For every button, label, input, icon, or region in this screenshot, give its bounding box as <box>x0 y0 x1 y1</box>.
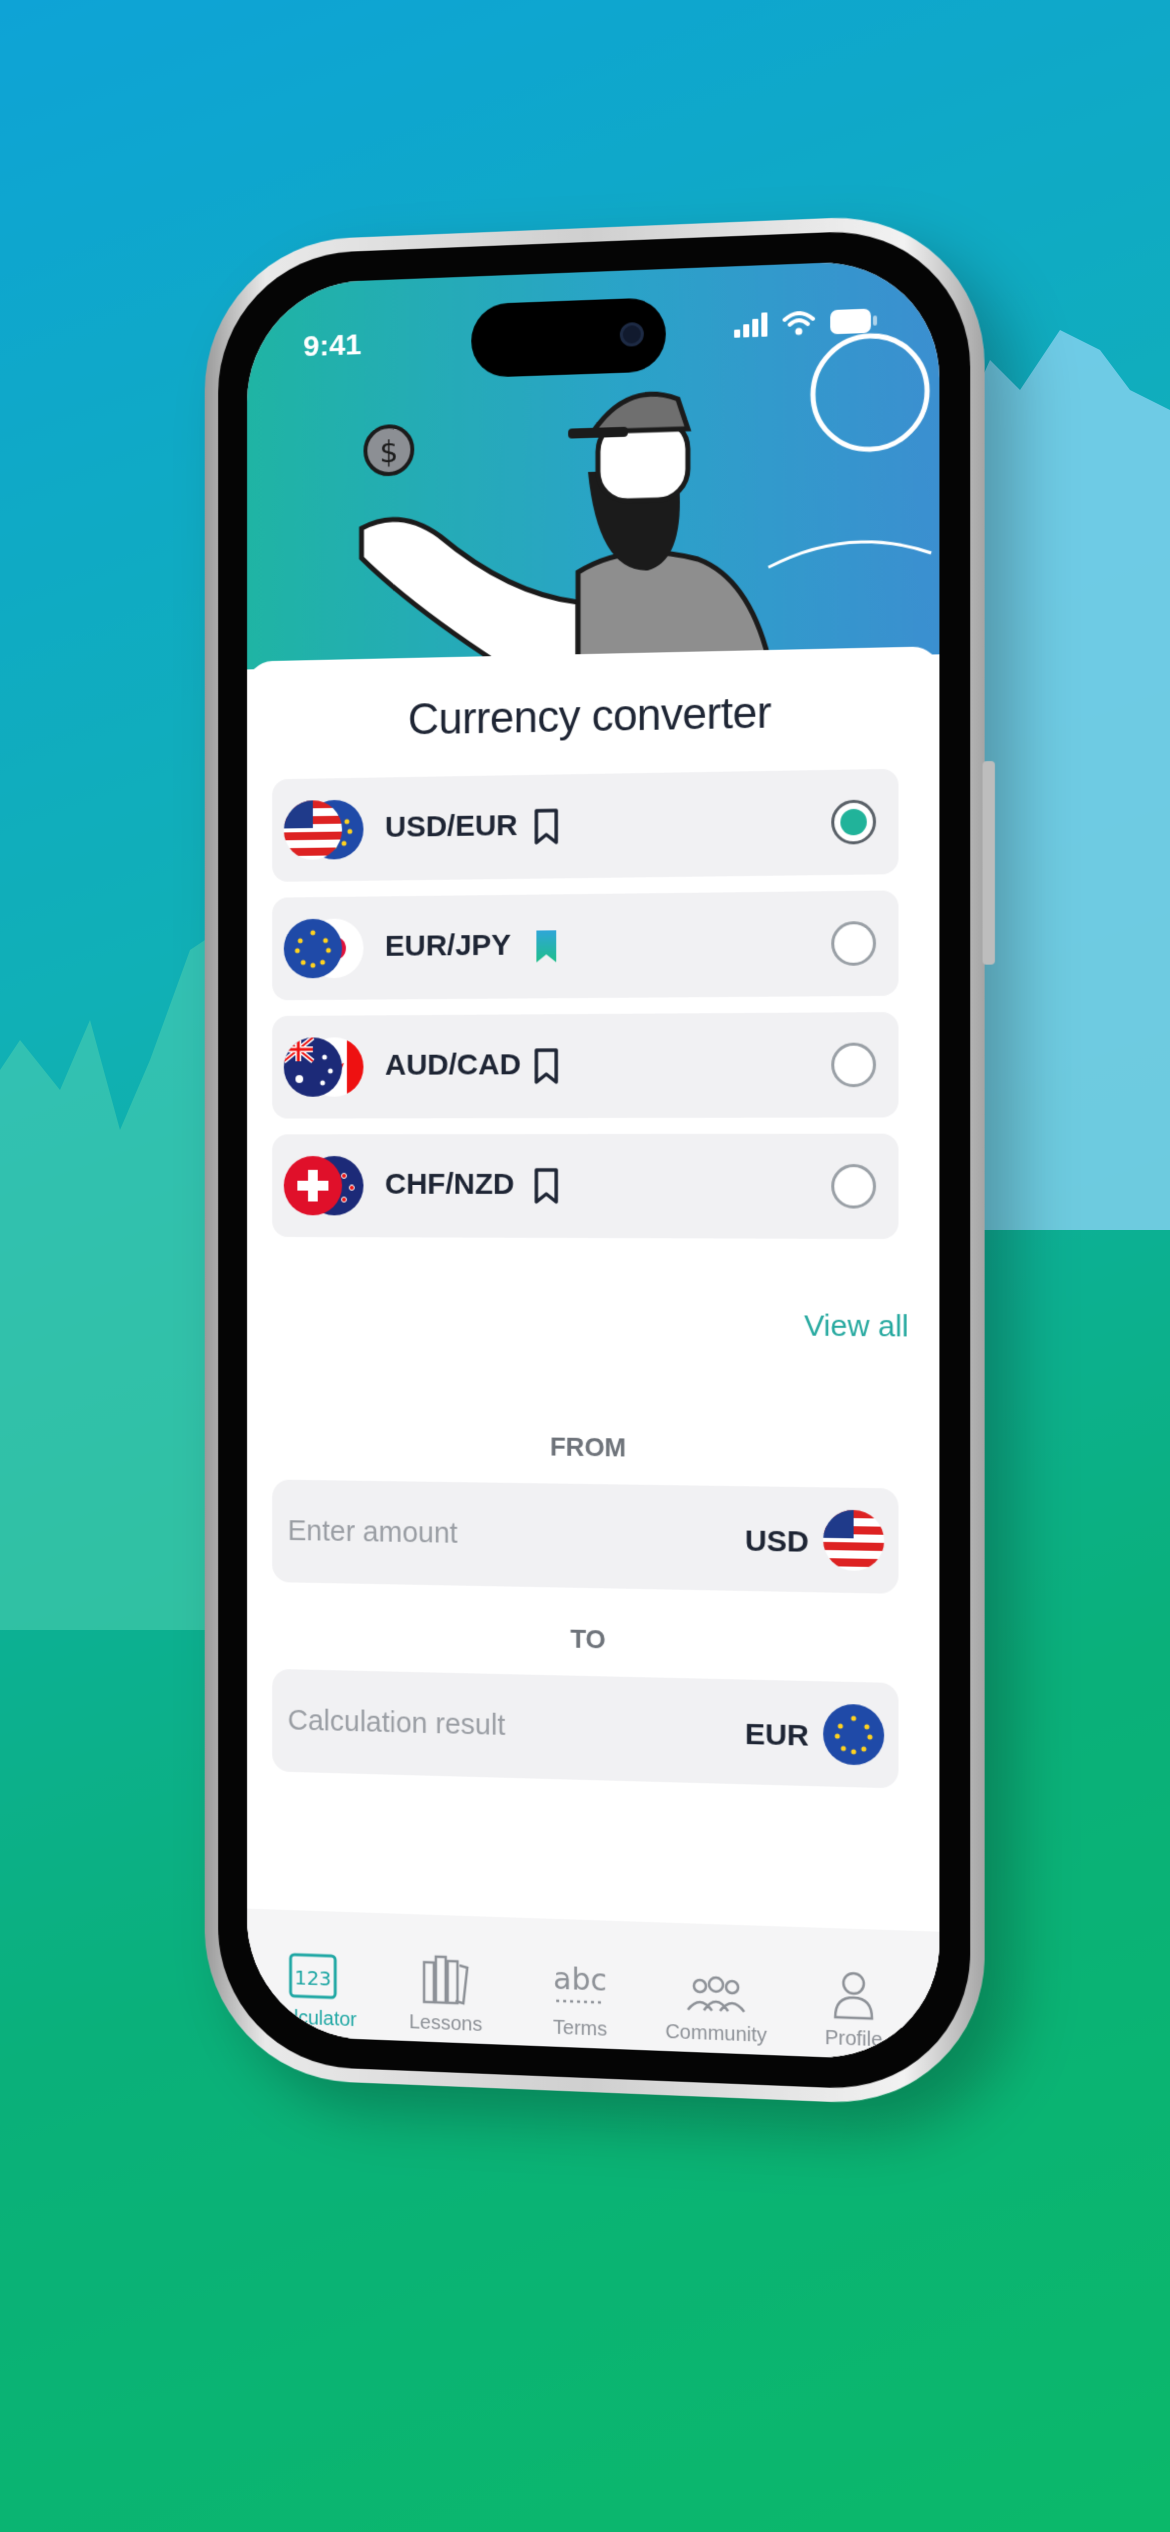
result-field[interactable]: Calculation result EUR <box>272 1668 899 1789</box>
pair-label: CHF/NZD <box>384 1167 515 1201</box>
flag-pair <box>283 918 366 980</box>
tab-profile[interactable]: Profile <box>793 1959 915 2054</box>
books-icon <box>420 1952 471 2006</box>
currency-pair-eur-jpy[interactable]: EUR/JPY <box>272 890 899 1001</box>
battery-icon <box>830 308 878 335</box>
bookmark-outline-icon[interactable] <box>534 808 558 844</box>
pair-label: AUD/CAD <box>384 1048 521 1082</box>
radio-unselected[interactable] <box>831 921 877 966</box>
eu-flag-icon[interactable] <box>823 1703 885 1766</box>
bookmark-outline-icon[interactable] <box>534 1048 558 1084</box>
radio-selected[interactable] <box>831 799 877 845</box>
flag-pair <box>283 799 366 862</box>
svg-text:abc: abc <box>553 1960 607 1997</box>
ch-flag-icon <box>283 1156 343 1216</box>
amount-placeholder: Enter amount <box>287 1515 458 1550</box>
tab-label: Profile <box>824 2026 883 2052</box>
from-currency-code: USD <box>744 1524 809 1559</box>
app-screen: $ 9:41 Currency converter USD/EUR EUR/JP… <box>247 258 940 2062</box>
tab-community[interactable]: Community <box>656 1954 777 2048</box>
pair-label: EUR/JPY <box>384 928 512 963</box>
status-icons <box>734 307 878 338</box>
svg-text:$: $ <box>380 434 399 470</box>
flag-pair <box>283 1156 366 1217</box>
tab-label: Community <box>665 2020 767 2047</box>
svg-text:123: 123 <box>294 1966 331 1990</box>
view-all-link[interactable]: View all <box>804 1309 909 1344</box>
tab-label: Calculator <box>269 2006 357 2032</box>
phone-frame: $ 9:41 Currency converter USD/EUR EUR/JP… <box>204 211 995 2109</box>
au-flag-icon <box>283 1037 343 1097</box>
tab-label: Lessons <box>409 2011 483 2036</box>
bookmark-filled-icon[interactable] <box>534 928 558 964</box>
status-time: 9:41 <box>303 328 362 364</box>
currency-pair-chf-nzd[interactable]: CHF/NZD <box>272 1133 899 1240</box>
abc-icon: abc <box>550 1960 610 2011</box>
result-placeholder: Calculation result <box>287 1704 506 1742</box>
bottom-tab-bar: 123 Calculator Lessons abc Terms Communi… <box>247 1908 940 2062</box>
signal-icon <box>734 312 768 338</box>
calculator-icon: 123 <box>288 1951 338 2000</box>
tab-label: Terms <box>553 2016 608 2041</box>
power-button <box>982 761 995 965</box>
community-icon <box>684 1973 748 2016</box>
flag-pair <box>283 1037 366 1099</box>
bookmark-outline-icon[interactable] <box>534 1168 558 1204</box>
radio-unselected[interactable] <box>831 1042 877 1088</box>
wifi-icon <box>783 311 815 336</box>
eu-flag-icon <box>283 918 343 979</box>
camera-icon <box>619 321 644 347</box>
currency-pair-aud-cad[interactable]: AUD/CAD <box>272 1012 899 1119</box>
tab-terms[interactable]: abc Terms <box>521 1950 640 2043</box>
profile-icon <box>831 1969 876 2021</box>
to-currency-code: EUR <box>744 1717 809 1753</box>
tab-lessons[interactable]: Lessons <box>387 1945 505 2038</box>
currency-pair-usd-eur[interactable]: USD/EUR <box>272 768 899 882</box>
pair-label: USD/EUR <box>384 809 518 844</box>
radio-unselected[interactable] <box>831 1164 877 1209</box>
amount-input[interactable]: Enter amount USD <box>272 1479 899 1594</box>
dynamic-island <box>471 297 666 379</box>
us-flag-icon[interactable] <box>823 1509 885 1572</box>
phone-bezel: $ 9:41 Currency converter USD/EUR EUR/JP… <box>218 226 971 2094</box>
tab-calculator[interactable]: 123 Calculator <box>255 1940 371 2032</box>
background-mountain-left <box>0 930 220 1630</box>
